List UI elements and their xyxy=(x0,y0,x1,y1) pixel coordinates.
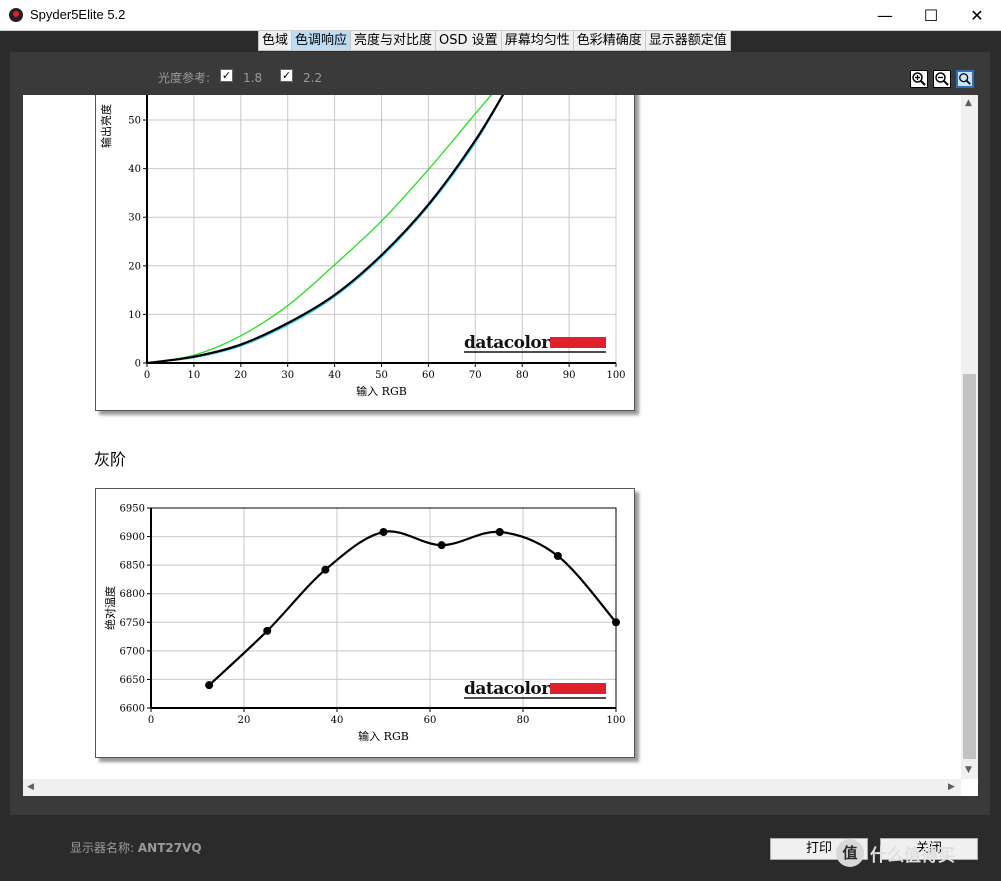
x-tick-label: 90 xyxy=(563,370,576,381)
y-tick-label: 6950 xyxy=(120,504,145,515)
data-point xyxy=(612,618,620,627)
y-tick-label: 6850 xyxy=(120,561,145,572)
scroll-up-icon[interactable]: ▲ xyxy=(965,98,972,108)
grayscale-svg: 0 20 40 60 80 100 6600 6650 6700 6750 6800 6850 6900… xyxy=(103,504,626,744)
zoom-in-icon[interactable] xyxy=(910,70,928,88)
x-tick-label: 50 xyxy=(375,370,388,381)
y-tick-label: 6800 xyxy=(120,589,145,600)
x-tick-label: 30 xyxy=(281,370,294,381)
display-name-value: ANT27VQ xyxy=(137,841,202,855)
data-point xyxy=(321,565,330,574)
data-point xyxy=(263,626,272,635)
tab-screen-uniformity[interactable]: 屏幕均匀性 xyxy=(502,31,574,50)
ref-2.2-label: 2.2 xyxy=(303,71,323,85)
y-axis-label: 输出亮度 xyxy=(99,104,113,148)
ref-2.2-checkbox[interactable]: ✓ xyxy=(280,69,293,82)
watermark-text: 什么值得买 xyxy=(870,845,955,866)
x-tick-label: 0 xyxy=(144,370,150,381)
y-tick-label: 30 xyxy=(128,213,141,224)
zoom-fit-icon[interactable] xyxy=(956,70,974,88)
data-point xyxy=(553,552,562,560)
maximize-button[interactable]: ☐ xyxy=(908,0,954,31)
scrollbar-corner xyxy=(961,779,978,796)
x-tick-label: 20 xyxy=(234,370,247,381)
x-tick-label: 60 xyxy=(422,370,435,381)
tab-brightness-contrast[interactable]: 亮度与对比度 xyxy=(351,31,437,50)
tab-display-rating[interactable]: 显示器额定值 xyxy=(646,31,730,50)
x-tick-label: 100 xyxy=(606,370,625,381)
tone-response-chart: 0 10 20 30 40 50 60 70 80 90 100 0 10 20 30 40 50 输入 RGB 输… xyxy=(95,95,635,411)
tab-tone-response[interactable]: 色调响应 xyxy=(292,31,352,50)
y-tick-label: 40 xyxy=(128,164,141,175)
data-point xyxy=(379,528,388,536)
scroll-down-icon[interactable]: ▼ xyxy=(965,765,972,775)
title-bar: Spyder5Elite 5.2 — ☐ ✕ xyxy=(0,0,1001,31)
data-point xyxy=(205,681,214,690)
ref-1.8-label: 1.8 xyxy=(243,71,263,85)
y-tick-label: 6900 xyxy=(120,532,145,543)
zoom-out-icon[interactable] xyxy=(933,70,951,88)
vertical-scrollbar[interactable]: ▲ ▼ xyxy=(961,95,978,779)
section-title-grayscale: 灰阶 xyxy=(94,450,127,469)
display-name: 显示器名称: ANT27VQ xyxy=(70,839,202,856)
window-title: Spyder5Elite 5.2 xyxy=(30,7,126,22)
tab-bar: 色域 色调响应 亮度与对比度 OSD 设置 屏幕均匀性 色彩精确度 显示器额定值 xyxy=(258,31,731,51)
grayscale-chart: 0 20 40 60 80 100 6600 6650 6700 6750 6800 6850 6900… xyxy=(95,488,635,758)
y-tick-label: 20 xyxy=(128,261,141,272)
x-axis-label: 输入 RGB xyxy=(358,729,409,743)
y-tick-label: 50 xyxy=(128,116,141,127)
series-line-1 xyxy=(147,95,504,363)
scroll-left-icon[interactable]: ◀ xyxy=(27,782,34,792)
report-content: 0 10 20 30 40 50 60 70 80 90 100 0 10 20 30 40 50 输入 RGB 输… xyxy=(23,95,961,779)
watermark-icon: 值 xyxy=(836,839,864,867)
display-name-label: 显示器名称: xyxy=(70,841,135,855)
tone-response-svg: 0 10 20 30 40 50 60 70 80 90 100 0 10 20 30 40 50 输入 RGB 输… xyxy=(99,95,626,398)
x-tick-label: 40 xyxy=(331,715,344,726)
datacolor-logo-bar xyxy=(550,337,606,348)
reference-label: 光度参考: xyxy=(158,71,211,85)
tab-color-accuracy[interactable]: 色彩精确度 xyxy=(574,31,646,50)
minimize-button[interactable]: — xyxy=(862,0,908,31)
x-tick-label: 70 xyxy=(469,370,482,381)
series-line-2 xyxy=(147,95,505,363)
y-tick-label: 6700 xyxy=(120,646,145,657)
x-tick-label: 80 xyxy=(517,715,530,726)
watermark: 值 什么值得买 xyxy=(836,838,996,868)
tab-osd-settings[interactable]: OSD 设置 xyxy=(436,31,502,50)
x-tick-label: 40 xyxy=(328,370,341,381)
scroll-right-icon[interactable]: ▶ xyxy=(948,782,955,792)
y-tick-label: 6750 xyxy=(120,618,145,629)
tab-gamut[interactable]: 色域 xyxy=(259,31,293,50)
y-tick-label: 0 xyxy=(135,359,141,370)
datacolor-logo-text: datacolor xyxy=(464,679,551,699)
x-tick-label: 80 xyxy=(516,370,529,381)
plot-frame xyxy=(150,507,617,709)
x-tick-label: 100 xyxy=(606,715,625,726)
y-axis-label: 绝对温度 xyxy=(103,586,117,630)
x-tick-label: 60 xyxy=(424,715,437,726)
y-tick-label: 6600 xyxy=(120,704,145,715)
vertical-scroll-thumb[interactable] xyxy=(963,374,976,759)
chart-toolbar: 光度参考: ✓ 1.8 ✓ 2.2 xyxy=(23,60,978,95)
x-tick-label: 20 xyxy=(238,715,251,726)
series-line-0 xyxy=(147,95,492,363)
close-window-button[interactable]: ✕ xyxy=(954,0,1000,31)
app-logo-icon xyxy=(9,8,23,22)
data-point xyxy=(495,528,504,536)
datacolor-logo-text: datacolor xyxy=(464,333,551,353)
horizontal-scrollbar[interactable]: ◀ ▶ xyxy=(23,779,961,796)
y-tick-label: 10 xyxy=(128,310,141,321)
data-point xyxy=(437,541,446,550)
datacolor-logo-bar xyxy=(550,683,606,694)
x-tick-label: 10 xyxy=(188,370,201,381)
x-axis-label: 输入 RGB xyxy=(356,384,407,398)
ref-1.8-checkbox[interactable]: ✓ xyxy=(220,69,233,82)
x-tick-label: 0 xyxy=(148,715,154,726)
y-tick-label: 6650 xyxy=(120,675,145,686)
